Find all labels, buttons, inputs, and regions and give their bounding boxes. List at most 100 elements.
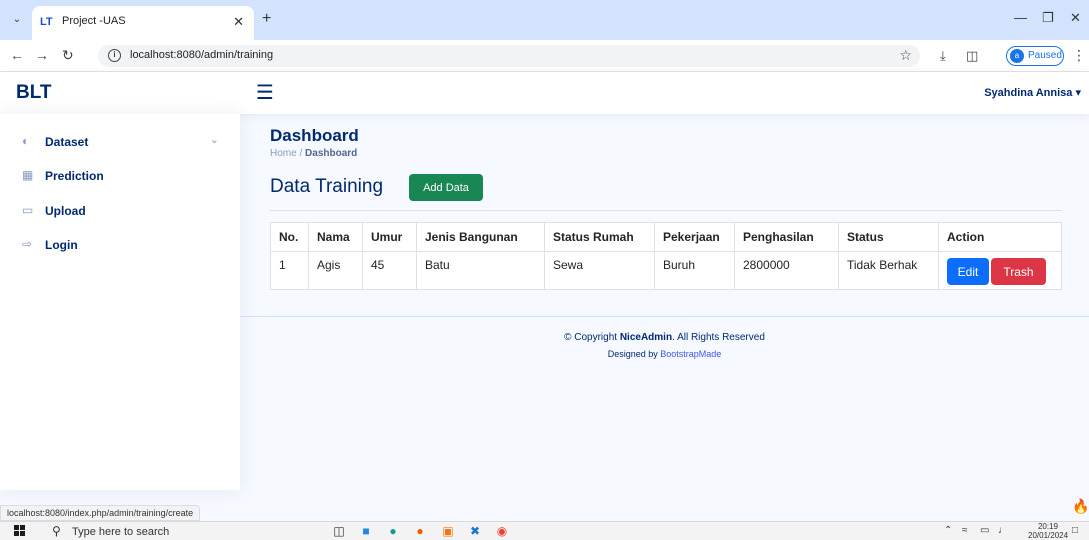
copyright-suffix: . All Rights Reserved	[672, 332, 765, 343]
edge-icon[interactable]: ●	[385, 524, 401, 538]
close-tab-icon[interactable]: ✕	[233, 14, 244, 30]
table-header-row: No. Nama Umur Jenis Bangunan Status Ruma…	[270, 222, 1062, 252]
search-icon: ⚲	[52, 524, 61, 538]
hover-status-url: localhost:8080/index.php/admin/training/…	[0, 505, 201, 521]
tab-title: Project -UAS	[62, 15, 126, 27]
url-text: localhost:8080/admin/training	[130, 49, 274, 61]
brand-logo[interactable]: BLT	[16, 82, 52, 104]
taskbar-clock[interactable]: 20:19 20/01/2024	[1028, 522, 1068, 540]
site-info-icon[interactable]: i	[108, 49, 121, 62]
task-view-icon[interactable]: ◫	[331, 524, 347, 538]
taskbar-search[interactable]: ⚲ Type here to search	[44, 523, 280, 540]
cell-status-rumah: Sewa	[544, 251, 655, 290]
header-no: No.	[270, 222, 309, 252]
flame-icon[interactable]: 🔥	[1072, 498, 1089, 515]
firefox-icon[interactable]: ●	[412, 524, 428, 538]
section-title: Data Training	[270, 176, 384, 197]
search-placeholder: Type here to search	[72, 526, 170, 538]
windows-taskbar: ⚲ Type here to search ◫ ■ ● ● ▣ ✖ ◉ ⌃ ≈ …	[0, 521, 1089, 540]
clock-date: 20/01/2024	[1028, 531, 1069, 540]
profile-button[interactable]: a Paused	[1006, 46, 1064, 66]
breadcrumb-current: Dashboard	[305, 148, 358, 159]
network-icon[interactable]: ≈	[962, 525, 968, 536]
cell-pekerjaan: Buruh	[654, 251, 735, 290]
tab-favicon: LT	[40, 16, 53, 28]
header-status: Status	[838, 222, 939, 252]
reload-icon[interactable]: ↻	[62, 47, 74, 64]
header-umur: Umur	[362, 222, 417, 252]
sidebar-item-login[interactable]: ⇨ Login	[22, 235, 227, 255]
breadcrumb-home[interactable]: Home	[270, 148, 297, 159]
cell-action: Edit Trash	[938, 251, 1062, 290]
designed-prefix: Designed by	[607, 349, 661, 359]
tab-search-chevron-icon[interactable]: ⌄	[8, 11, 26, 29]
breadcrumb-separator: /	[299, 148, 303, 159]
side-panel-icon[interactable]: ◫	[966, 48, 978, 64]
sidebar-item-label: Login	[45, 238, 78, 252]
breadcrumb: Home / Dashboard	[270, 148, 357, 159]
sidebar-item-label: Prediction	[45, 169, 104, 183]
data-training-table: No. Nama Umur Jenis Bangunan Status Ruma…	[270, 222, 1062, 290]
bootstrapmade-link[interactable]: BootstrapMade	[660, 349, 721, 359]
add-data-button[interactable]: Add Data	[409, 174, 483, 201]
profile-status: Paused	[1028, 50, 1062, 61]
address-bar[interactable]: i localhost:8080/admin/training ☆	[98, 45, 920, 67]
database-icon: ◐	[22, 134, 30, 148]
footer-divider	[240, 316, 1089, 317]
volume-icon[interactable]: ♩	[998, 525, 1008, 536]
header-nama: Nama	[308, 222, 363, 252]
edit-button[interactable]: Edit	[947, 258, 989, 285]
sidebar-item-label: Dataset	[45, 135, 89, 149]
page-title: Dashboard	[270, 126, 359, 145]
tray-chevron-up-icon[interactable]: ⌃	[944, 525, 952, 536]
header-status-rumah: Status Rumah	[544, 222, 655, 252]
restore-icon[interactable]: ❐	[1042, 10, 1054, 26]
user-menu[interactable]: Syahdina Annisa ▾	[984, 86, 1081, 99]
cell-penghasilan: 2800000	[734, 251, 839, 290]
chevron-down-icon: ⌄	[209, 134, 219, 146]
cell-jenis-bangunan: Batu	[416, 251, 545, 290]
header-jenis-bangunan: Jenis Bangunan	[416, 222, 545, 252]
sidebar: ◐ Dataset ⌄ ▦ Prediction ▭ Upload ⇨ Logi…	[0, 114, 240, 490]
browser-tab-strip: ⌄ LT Project -UAS ✕ + — ❐ ✕	[0, 0, 1089, 40]
browser-toolbar: ← → ↻ i localhost:8080/admin/training ☆ …	[0, 40, 1089, 72]
header-penghasilan: Penghasilan	[734, 222, 839, 252]
minimize-icon[interactable]: —	[1014, 10, 1027, 25]
xampp-icon[interactable]: ▣	[440, 524, 456, 538]
login-icon: ⇨	[22, 237, 33, 251]
trash-button[interactable]: Trash	[991, 258, 1046, 285]
upload-icon: ▭	[22, 203, 34, 217]
hamburger-menu-icon[interactable]: ☰	[256, 80, 274, 105]
forward-icon[interactable]: →	[35, 47, 49, 63]
download-icon[interactable]: ⤓	[940, 48, 946, 64]
calculator-icon: ▦	[22, 168, 34, 182]
footer-credits: Designed by BootstrapMade	[240, 349, 1089, 359]
browser-tab[interactable]: LT Project -UAS ✕	[32, 6, 254, 40]
sidebar-item-dataset[interactable]: ◐ Dataset ⌄	[22, 132, 227, 152]
back-icon[interactable]: ←	[10, 47, 24, 63]
app-header: BLT ☰ Syahdina Annisa ▾	[0, 72, 1089, 114]
cell-umur: 45	[362, 251, 417, 290]
chrome-icon[interactable]: ◉	[494, 524, 510, 538]
bookmark-star-icon[interactable]: ☆	[899, 47, 912, 64]
divider	[270, 210, 1062, 211]
avatar: a	[1010, 49, 1024, 63]
battery-icon[interactable]: ▭	[980, 525, 989, 536]
footer-copyright: © Copyright NiceAdmin. All Rights Reserv…	[240, 332, 1089, 343]
close-window-icon[interactable]: ✕	[1070, 10, 1081, 26]
header-pekerjaan: Pekerjaan	[654, 222, 735, 252]
windows-start-icon[interactable]	[14, 525, 26, 537]
menu-kebab-icon[interactable]: ⋮	[1072, 47, 1086, 64]
sidebar-item-upload[interactable]: ▭ Upload	[22, 201, 227, 221]
copyright-prefix: © Copyright	[564, 332, 620, 343]
file-explorer-icon[interactable]: ■	[358, 524, 374, 538]
cell-no: 1	[270, 251, 309, 290]
notifications-icon[interactable]: □	[1072, 525, 1078, 536]
sidebar-item-prediction[interactable]: ▦ Prediction	[22, 166, 227, 186]
header-action: Action	[938, 222, 1062, 252]
sidebar-item-label: Upload	[45, 204, 86, 218]
new-tab-icon[interactable]: +	[262, 10, 271, 28]
copyright-brand: NiceAdmin	[619, 332, 673, 343]
cell-status: Tidak Berhak	[838, 251, 939, 290]
vscode-icon[interactable]: ✖	[467, 524, 483, 538]
